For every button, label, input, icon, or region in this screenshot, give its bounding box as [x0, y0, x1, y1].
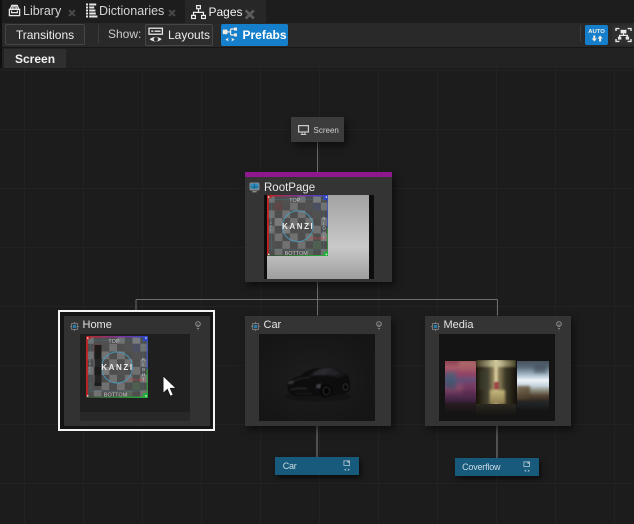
svg-text:AUTO: AUTO: [588, 29, 605, 35]
